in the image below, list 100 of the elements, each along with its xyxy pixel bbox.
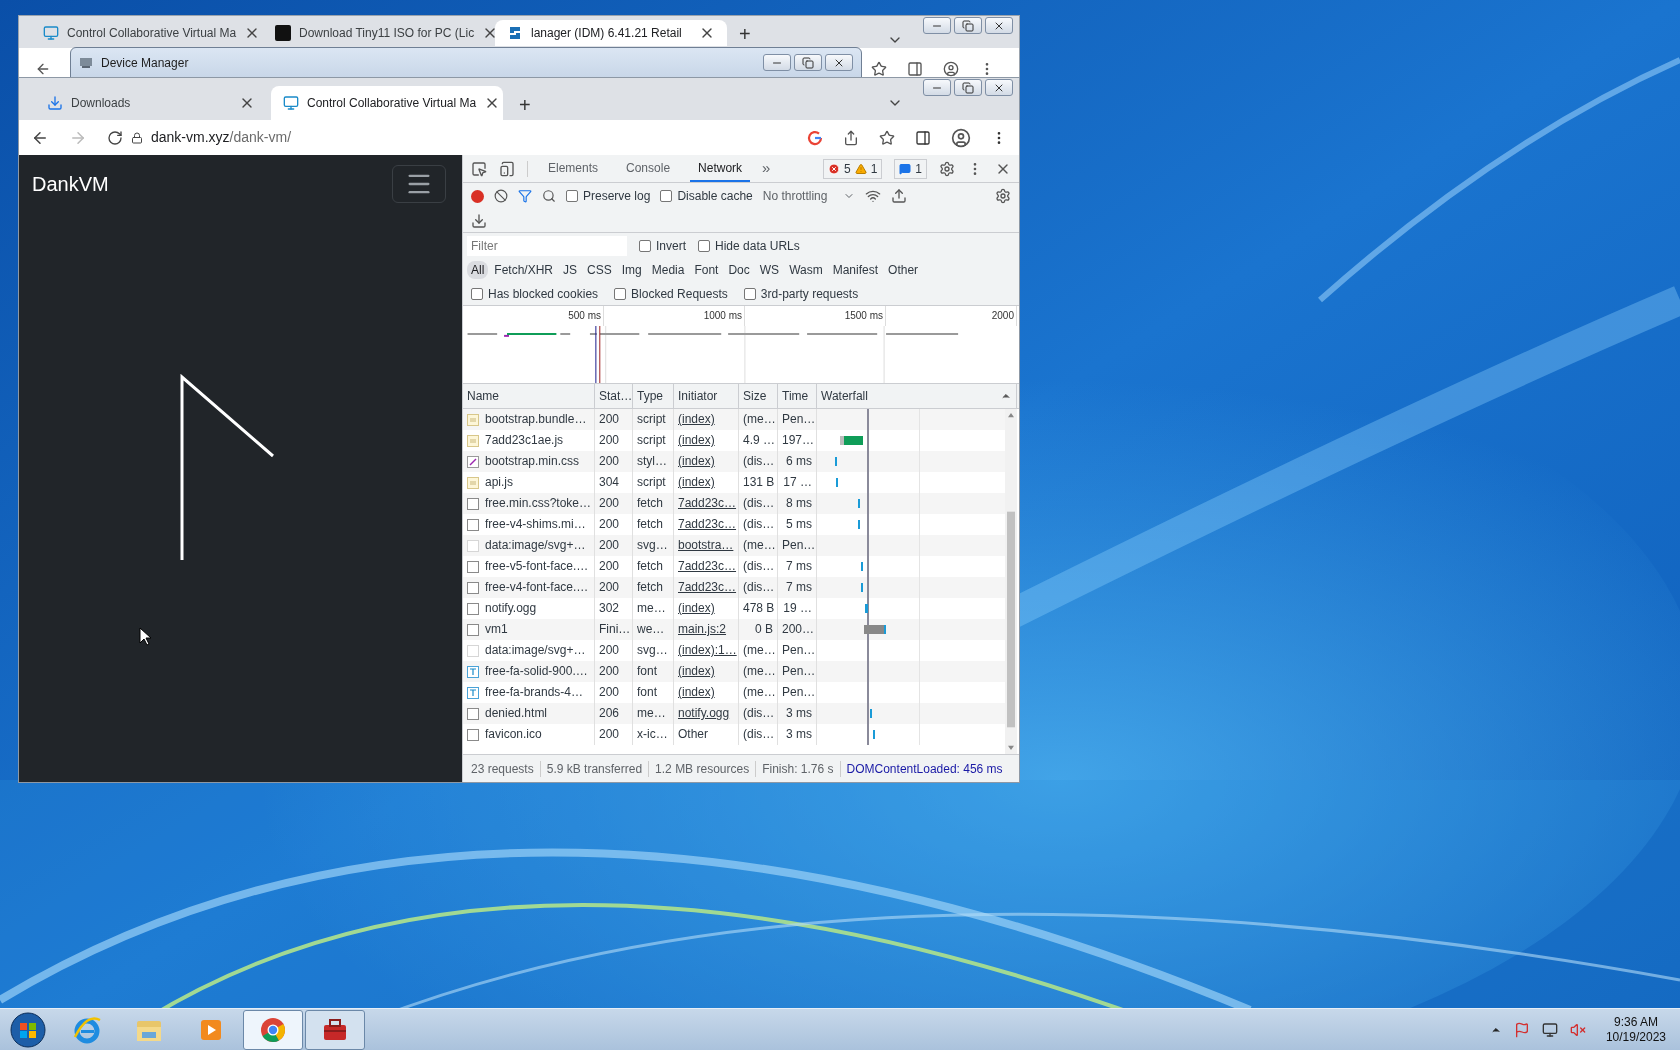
volume-muted-icon[interactable] — [1569, 1021, 1586, 1038]
export-icon[interactable] — [471, 212, 487, 229]
side-panel-icon[interactable] — [915, 129, 931, 146]
initiator-link[interactable]: (index) — [678, 454, 715, 468]
browser-tab[interactable]: Control Collaborative Virtual Ma — [271, 86, 503, 120]
settings-icon[interactable] — [939, 160, 955, 177]
initiator-link[interactable]: (index) — [678, 601, 715, 615]
type-filter-button[interactable]: WS — [755, 261, 784, 279]
close-button[interactable] — [985, 17, 1013, 34]
column-header[interactable]: Initiator — [678, 387, 718, 405]
column-header[interactable]: Type — [637, 387, 663, 405]
initiator-link[interactable]: (index) — [678, 433, 715, 447]
file-name[interactable]: free-v4-font-face.… — [485, 577, 589, 598]
clear-icon[interactable] — [494, 189, 508, 203]
clock[interactable]: 9:36 AM 10/19/2023 — [1597, 1014, 1666, 1045]
initiator-link[interactable]: (index) — [678, 412, 715, 426]
browser-tab[interactable]: lanager (IDM) 6.41.21 Retail — [495, 20, 727, 46]
flag-icon[interactable] — [1513, 1021, 1530, 1038]
file-name[interactable]: free-v4-shims.mi… — [485, 514, 586, 535]
file-name[interactable]: notify.ogg — [485, 598, 537, 619]
file-name[interactable]: free-fa-brands-4… — [485, 682, 584, 703]
file-name[interactable]: free.min.css?toke… — [485, 493, 592, 514]
brand-name[interactable]: DankVM — [32, 169, 109, 199]
devtools-tab[interactable]: Elements — [540, 155, 607, 182]
side-panel-icon[interactable] — [907, 60, 923, 77]
file-name[interactable]: 7add23c1ae.js — [485, 430, 564, 451]
type-filter-button[interactable]: Media — [647, 261, 689, 279]
device-toolbar-icon[interactable] — [499, 160, 515, 177]
file-name[interactable]: free-fa-solid-900.… — [485, 661, 588, 682]
column-header[interactable]: Waterfall — [821, 387, 868, 405]
profile-icon[interactable] — [951, 127, 971, 148]
type-filter-button[interactable]: Doc — [724, 261, 754, 279]
close-button[interactable] — [825, 54, 853, 71]
type-filter-button[interactable]: Manifest — [828, 261, 883, 279]
initiator-link[interactable]: (index):1… — [678, 643, 737, 657]
initiator-link[interactable]: 7add23c… — [678, 580, 737, 594]
taskbar-app-button[interactable] — [305, 1009, 365, 1050]
initiator-link[interactable]: 7add23c… — [678, 496, 737, 510]
type-filter-button[interactable]: Fetch/XHR — [490, 261, 558, 279]
checkbox[interactable] — [471, 287, 483, 300]
settings-icon[interactable] — [995, 188, 1011, 204]
minimize-button[interactable] — [923, 79, 951, 96]
file-name[interactable]: bootstrap.bundle… — [485, 409, 587, 430]
bookmark-icon[interactable] — [871, 60, 887, 77]
file-name[interactable]: data:image/svg+… — [485, 535, 586, 556]
close-button[interactable] — [985, 79, 1013, 96]
initiator-link[interactable]: 7add23c… — [678, 559, 737, 573]
file-name[interactable]: free-v5-font-face.… — [485, 556, 589, 577]
column-header[interactable]: Time — [782, 387, 809, 405]
share-icon[interactable] — [843, 129, 859, 146]
type-filter-button[interactable]: All — [467, 261, 489, 279]
type-filter-button[interactable]: Img — [617, 261, 646, 279]
initiator-link[interactable]: (index) — [678, 475, 715, 489]
start-button[interactable] — [9, 1010, 47, 1049]
scrollbar[interactable] — [1005, 409, 1017, 754]
network-conditions-icon[interactable] — [865, 188, 882, 204]
profile-icon[interactable] — [943, 60, 959, 77]
initiator-link[interactable]: notify.ogg — [678, 706, 730, 720]
issues-counter[interactable]: 5 1 — [822, 158, 883, 179]
initiator-link[interactable]: bootstra… — [678, 538, 734, 552]
file-name[interactable]: favicon.ico — [485, 724, 542, 745]
record-button[interactable] — [471, 189, 484, 203]
import-icon[interactable] — [891, 188, 908, 204]
reload-icon[interactable] — [107, 129, 123, 146]
minimize-button[interactable] — [763, 54, 791, 71]
initiator-link[interactable]: main.js:2 — [678, 622, 727, 636]
file-name[interactable]: data:image/svg+… — [485, 640, 586, 661]
minimize-button[interactable] — [923, 17, 951, 34]
checkbox[interactable] — [566, 190, 578, 202]
more-tabs-button[interactable]: » — [762, 157, 771, 180]
file-name[interactable]: bootstrap.min.css — [485, 451, 580, 472]
type-filter-button[interactable]: Wasm — [785, 261, 827, 279]
checkbox[interactable] — [743, 287, 756, 300]
new-tab-button[interactable]: + — [727, 22, 763, 46]
new-tab-button[interactable]: + — [507, 90, 543, 120]
google-icon[interactable] — [807, 129, 823, 146]
filter-icon[interactable] — [518, 189, 532, 203]
column-header[interactable]: Stat… — [599, 387, 633, 405]
network-icon[interactable] — [1541, 1021, 1558, 1038]
checkbox[interactable] — [614, 287, 627, 300]
search-icon[interactable] — [542, 189, 556, 203]
inspect-icon[interactable] — [471, 160, 487, 177]
browser-tab[interactable]: Download Tiny11 ISO for PC (Lic — [263, 20, 495, 46]
type-filter-button[interactable]: Other — [884, 261, 923, 279]
file-name[interactable]: denied.html — [485, 703, 548, 724]
throttling-select[interactable]: No throttling — [762, 187, 856, 205]
file-name[interactable]: api.js — [485, 472, 513, 493]
type-filter-button[interactable]: Font — [690, 261, 723, 279]
file-name[interactable]: vm1 — [485, 619, 508, 640]
checkbox[interactable] — [660, 190, 673, 202]
browser-tab[interactable]: Downloads — [35, 86, 267, 120]
navbar-toggle-button[interactable] — [392, 165, 446, 203]
bookmark-icon[interactable] — [879, 129, 895, 146]
browser-tab[interactable]: Control Collaborative Virtual Ma — [31, 20, 263, 46]
column-header[interactable]: Size — [743, 387, 767, 405]
type-filter-button[interactable]: JS — [559, 261, 582, 279]
taskbar-app-button[interactable] — [243, 1009, 303, 1050]
initiator-link[interactable]: (index) — [678, 664, 715, 678]
checkbox[interactable] — [639, 239, 651, 252]
initiator-link[interactable]: 7add23c… — [678, 517, 737, 531]
